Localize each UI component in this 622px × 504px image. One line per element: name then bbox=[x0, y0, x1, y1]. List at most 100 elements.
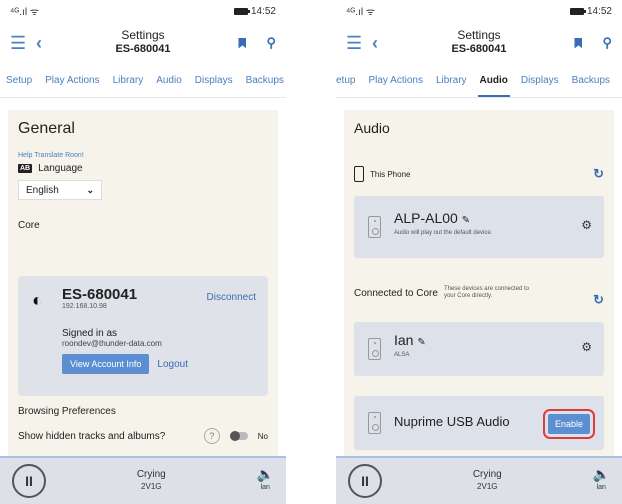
status-right: 14:52 bbox=[233, 5, 276, 17]
settings-tabs: Setup Play Actions Library Audio Display… bbox=[0, 64, 286, 98]
core-logo-icon: ◐ bbox=[32, 290, 43, 310]
signal-icon: ⁴ᴳ.ıl ᯤ bbox=[346, 7, 375, 18]
tab-library[interactable]: Library bbox=[436, 75, 467, 86]
bookmark-icon[interactable] bbox=[238, 37, 247, 49]
battery-icon bbox=[233, 7, 250, 15]
bookmark-icon[interactable] bbox=[574, 37, 583, 49]
language-row: AB Language bbox=[8, 159, 278, 174]
tab-play-actions[interactable]: Play Actions bbox=[45, 75, 99, 86]
ian-device-name-row: Ian ✎ bbox=[394, 332, 426, 348]
track-subtitle: 2V1G bbox=[477, 482, 498, 491]
phone-icon bbox=[354, 166, 364, 182]
browsing-label: Browsing Preferences bbox=[18, 406, 116, 417]
refresh-icon[interactable]: ↻ bbox=[593, 166, 604, 182]
this-phone-label: This Phone bbox=[370, 169, 411, 179]
speaker-icon bbox=[368, 338, 381, 360]
general-heading: General bbox=[18, 120, 75, 137]
this-phone-row: This Phone bbox=[354, 166, 604, 182]
gears-icon[interactable]: ⚙ bbox=[581, 218, 592, 232]
alp-device-card[interactable]: ALP-AL00 ✎ Audio will play out the defau… bbox=[354, 196, 604, 258]
core-name: ES-680041 bbox=[62, 286, 138, 303]
hidden-tracks-label: Show hidden tracks and albums? bbox=[18, 430, 166, 442]
refresh-icon[interactable]: ↻ bbox=[593, 292, 604, 308]
phone-screen-general: ⁴ᴳ.ıl ᯤ 14:52 ☰ ‹ Settings ES-680041 ⚲ S… bbox=[0, 0, 286, 504]
track-info[interactable]: Crying 2V1G bbox=[46, 469, 257, 493]
back-icon[interactable]: ‹ bbox=[36, 33, 66, 54]
account-actions: View Account Info Logout bbox=[62, 354, 188, 374]
tab-displays[interactable]: Displays bbox=[521, 75, 559, 86]
menu-icon[interactable]: ☰ bbox=[346, 33, 372, 54]
pause-button[interactable]: II bbox=[12, 464, 46, 498]
now-playing-bar: II Crying 2V1G 🔈 lan bbox=[336, 456, 622, 504]
volume-control[interactable]: 🔈 lan bbox=[257, 467, 274, 495]
core-card: ◐ ES-680041 192.168.10.98 Disconnect Sig… bbox=[18, 276, 268, 396]
search-icon[interactable]: ⚲ bbox=[266, 35, 276, 51]
menu-icon[interactable]: ☰ bbox=[10, 33, 36, 54]
ian-device-name: Ian bbox=[394, 332, 414, 348]
hidden-tracks-toggle[interactable] bbox=[229, 431, 248, 441]
settings-tabs: etup Play Actions Library Audio Displays… bbox=[336, 64, 622, 98]
language-value: English bbox=[26, 184, 59, 196]
ian-device-info: Ian ✎ ALSA bbox=[394, 332, 426, 358]
core-ip: 192.168.10.98 bbox=[62, 303, 107, 310]
audio-content: Audio This Phone ↻ ALP-AL00 ✎ Audio will… bbox=[336, 100, 622, 456]
alp-device-name-row: ALP-AL00 ✎ bbox=[394, 210, 492, 226]
pause-button[interactable]: II bbox=[348, 464, 382, 498]
logout-button[interactable]: Logout bbox=[157, 359, 188, 370]
edit-icon[interactable]: ✎ bbox=[417, 337, 425, 348]
phone-screen-audio: ⁴ᴳ.ıl ᯤ 14:52 ☰ ‹ Settings ES-680041 ⚲ e… bbox=[336, 0, 622, 504]
alp-device-note: Audio will play out the default device. bbox=[394, 230, 493, 236]
language-select[interactable]: English ⌄ bbox=[18, 180, 102, 200]
zone-label: lan bbox=[260, 484, 270, 491]
tab-backups[interactable]: Backups bbox=[246, 75, 284, 86]
track-title: Crying bbox=[472, 469, 502, 480]
speaker-icon bbox=[368, 412, 381, 434]
account-email: roondev@thunder-data.com bbox=[62, 339, 162, 348]
tab-audio[interactable]: Audio bbox=[477, 75, 511, 97]
tab-audio[interactable]: Audio bbox=[156, 75, 182, 86]
signal-icon: ⁴ᴳ.ıl ᯤ bbox=[10, 7, 39, 18]
volume-control[interactable]: 🔈 lan bbox=[593, 467, 610, 495]
signed-in-label: Signed in as bbox=[62, 328, 118, 339]
tab-play-actions[interactable]: Play Actions bbox=[368, 75, 422, 86]
account-info: Signed in as roondev@thunder-data.com Vi… bbox=[62, 328, 188, 374]
connected-row: Connected to Core These devices are conn… bbox=[354, 286, 604, 300]
settings-content: General Help Translate Roon! AB Language… bbox=[0, 100, 286, 456]
ian-device-card[interactable]: Ian ✎ ALSA ⚙ bbox=[354, 322, 604, 376]
gears-icon[interactable]: ⚙ bbox=[581, 340, 592, 354]
nuprime-device-name: Nuprime USB Audio bbox=[394, 414, 510, 429]
header-actions: ⚲ bbox=[574, 35, 612, 51]
status-right: 14:52 bbox=[569, 6, 612, 17]
tab-displays[interactable]: Displays bbox=[195, 75, 233, 86]
ian-device-sub: ALSA bbox=[394, 352, 410, 358]
back-icon[interactable]: ‹ bbox=[372, 33, 402, 54]
chevron-down-icon: ⌄ bbox=[86, 184, 94, 195]
track-subtitle: 2V1G bbox=[141, 482, 162, 491]
connected-note: These devices are connected to your Core… bbox=[443, 286, 530, 299]
volume-icon: 🔈 bbox=[592, 466, 610, 482]
tab-setup[interactable]: Setup bbox=[6, 75, 32, 86]
zone-label: lan bbox=[596, 484, 606, 491]
tab-setup[interactable]: etup bbox=[336, 75, 355, 86]
edit-icon[interactable]: ✎ bbox=[462, 215, 470, 226]
app-header: ☰ ‹ Settings ES-680041 ⚲ bbox=[336, 22, 622, 64]
clock: 14:52 bbox=[250, 5, 276, 17]
status-bar: ⁴ᴳ.ıl ᯤ 14:52 bbox=[336, 0, 622, 22]
disconnect-button[interactable]: Disconnect bbox=[207, 292, 256, 303]
language-label: Language bbox=[38, 163, 83, 174]
nuprime-device-card: Nuprime USB Audio Enable bbox=[354, 396, 604, 450]
now-playing-bar: II Crying 2V1G 🔈 lan bbox=[0, 456, 286, 504]
header-actions: ⚲ bbox=[238, 35, 276, 51]
language-icon: AB bbox=[18, 164, 33, 173]
hidden-tracks-row: Show hidden tracks and albums? ? No bbox=[18, 428, 268, 444]
tab-backups[interactable]: Backups bbox=[572, 75, 610, 86]
help-translate-link[interactable]: Help Translate Roon! bbox=[8, 138, 278, 159]
tab-library[interactable]: Library bbox=[113, 75, 144, 86]
hidden-tracks-controls: ? No bbox=[203, 428, 268, 444]
help-icon[interactable]: ? bbox=[203, 428, 220, 444]
status-bar: ⁴ᴳ.ıl ᯤ 14:52 bbox=[0, 0, 286, 22]
view-account-button[interactable]: View Account Info bbox=[62, 354, 150, 374]
enable-button[interactable]: Enable bbox=[542, 409, 596, 439]
search-icon[interactable]: ⚲ bbox=[602, 35, 612, 51]
track-info[interactable]: Crying 2V1G bbox=[382, 469, 593, 493]
